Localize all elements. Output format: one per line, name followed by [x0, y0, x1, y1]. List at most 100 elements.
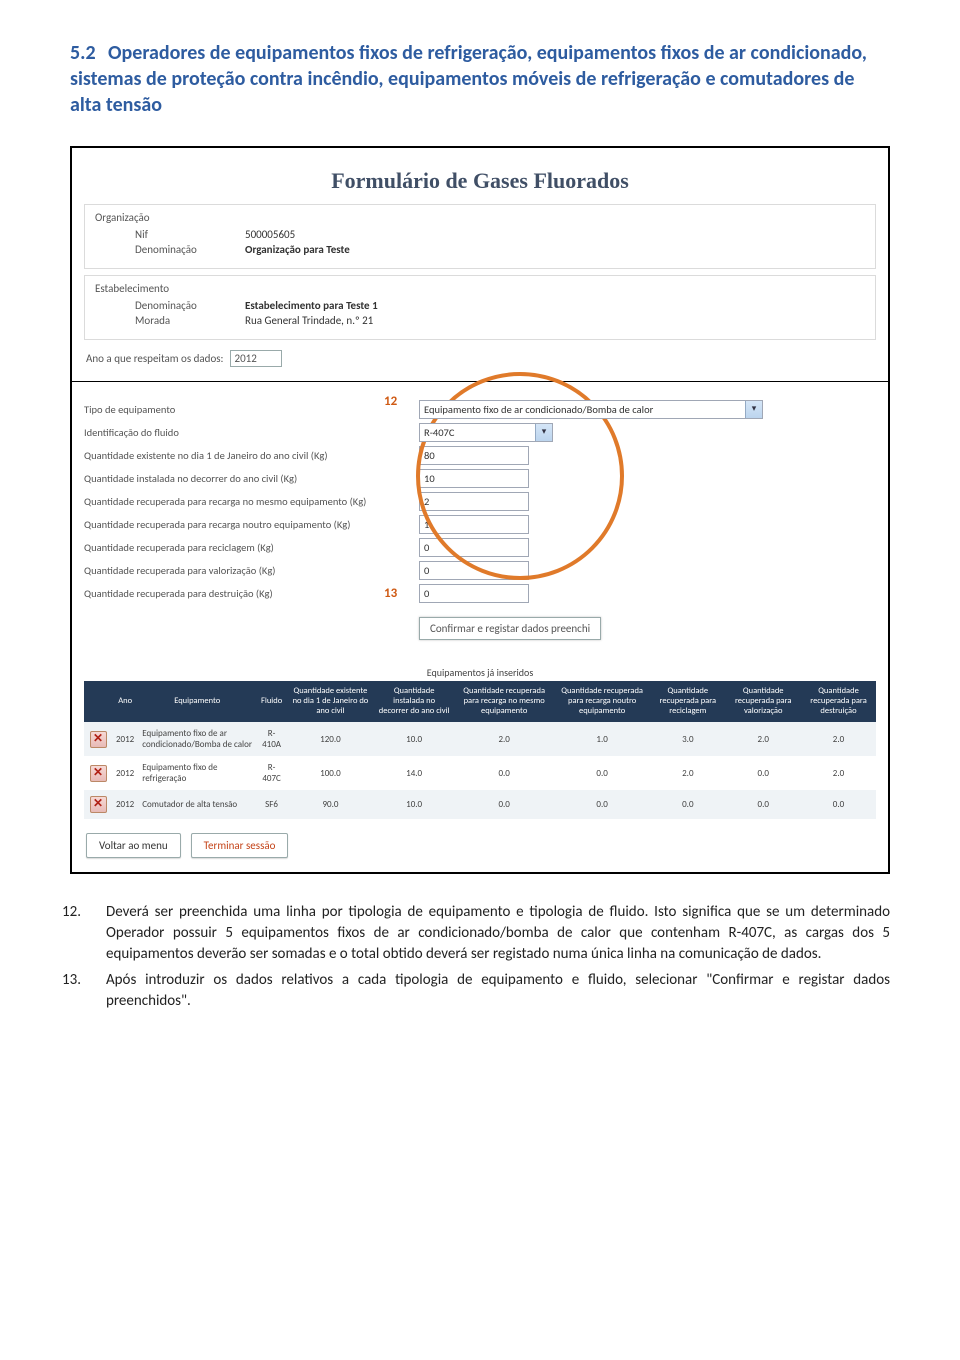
- nif-label: Nif: [95, 228, 245, 241]
- cell-q6: 0.0: [725, 756, 801, 790]
- section-title-text: Operadores de equipamentos fixos de refr…: [70, 41, 867, 117]
- org-heading: Organização: [95, 211, 865, 224]
- cell-q1: 100.0: [287, 756, 374, 790]
- cell-equip: Comutador de alta tensão: [138, 790, 256, 819]
- section-heading: 5.2Operadores de equipamentos fixos de r…: [70, 40, 890, 118]
- cell-q2: 14.0: [374, 756, 454, 790]
- q7-label: Quantidade recuperada para destruição (K…: [84, 587, 419, 600]
- estab-heading: Estabelecimento: [95, 282, 865, 295]
- cell-ano: 2012: [112, 790, 138, 819]
- q5-input[interactable]: 0: [419, 538, 529, 557]
- cell-q6: 0.0: [725, 790, 801, 819]
- chevron-down-icon: ▾: [745, 401, 762, 418]
- delete-icon[interactable]: ✕: [90, 796, 107, 813]
- th-qinst: Quantidade instalada no decorrer do ano …: [374, 681, 454, 722]
- form-screenshot: Formulário de Gases Fluorados Organizaçã…: [70, 146, 890, 874]
- th-ano: Ano: [112, 681, 138, 722]
- chevron-down-icon: ▾: [535, 424, 552, 441]
- delete-icon[interactable]: ✕: [90, 765, 107, 782]
- q3-input[interactable]: 2: [419, 492, 529, 511]
- para-text: Após introduzir os dados relativos a cad…: [106, 971, 890, 1010]
- nif-value: 500005605: [245, 228, 295, 241]
- tipo-select-value: Equipamento fixo de ar condicionado/Bomb…: [424, 403, 653, 416]
- delete-icon[interactable]: ✕: [90, 731, 107, 748]
- q6-input[interactable]: 0: [419, 561, 529, 580]
- th-qrecic: Quantidade recuperada para reciclagem: [650, 681, 725, 722]
- cell-q4: 1.0: [554, 722, 650, 756]
- estab-morada-value: Rua General Trindade, n.º 21: [245, 314, 373, 327]
- estab-box: Estabelecimento Denominação Estabelecime…: [84, 275, 876, 340]
- estab-denom-label: Denominação: [95, 299, 245, 312]
- section-number: 5.2: [70, 40, 108, 66]
- q1-input[interactable]: 80: [419, 446, 529, 465]
- cell-q5: 0.0: [650, 790, 725, 819]
- cell-q6: 2.0: [725, 722, 801, 756]
- callout-13: 13: [384, 586, 397, 601]
- org-box: Organização Nif 500005605 Denominação Or…: [84, 204, 876, 269]
- cell-equip: Equipamento fixo de ar condicionado/Bomb…: [138, 722, 256, 756]
- table-row: ✕ 2012Equipamento fixo de ar condicionado…: [84, 722, 876, 756]
- th-qrecoutro: Quantidade recuperada para recarga noutr…: [554, 681, 650, 722]
- form-title: Formulário de Gases Fluorados: [331, 168, 629, 193]
- q1-label: Quantidade existente no dia 1 de Janeiro…: [84, 449, 419, 462]
- cell-q4: 0.0: [554, 756, 650, 790]
- paragraph-12: 12.Deverá ser preenchida uma linha por t…: [70, 902, 890, 964]
- th-qvalor: Quantidade recuperada para valorização: [725, 681, 801, 722]
- fields-area: 12 Tipo de equipamento Equipamento fixo …: [84, 394, 876, 650]
- cell-q5: 3.0: [650, 722, 725, 756]
- cell-q7: 2.0: [801, 722, 876, 756]
- fluido-select[interactable]: R-407C ▾: [419, 423, 553, 442]
- org-denom-value: Organização para Teste: [245, 243, 350, 256]
- cell-q2: 10.0: [374, 722, 454, 756]
- q5-label: Quantidade recuperada para reciclagem (K…: [84, 541, 419, 554]
- th-fluido: Fluido: [256, 681, 287, 722]
- year-label: Ano a que respeitam os dados:: [86, 352, 224, 365]
- q2-label: Quantidade instalada no decorrer do ano …: [84, 472, 419, 485]
- th-qdestr: Quantidade recuperada para destruição: [801, 681, 876, 722]
- cell-q3: 0.0: [454, 790, 554, 819]
- cell-fluido: R-407C: [256, 756, 287, 790]
- back-to-menu-button[interactable]: Voltar ao menu: [86, 833, 181, 858]
- confirm-button[interactable]: Confirmar e registar dados preenchi: [419, 617, 601, 640]
- table-title: Equipamentos já inseridos: [84, 666, 876, 679]
- cell-q1: 90.0: [287, 790, 374, 819]
- logout-button[interactable]: Terminar sessão: [191, 833, 289, 858]
- equip-table: Ano Equipamento Fluido Quantidade existe…: [84, 681, 876, 819]
- cell-q2: 10.0: [374, 790, 454, 819]
- q3-label: Quantidade recuperada para recarga no me…: [84, 495, 419, 508]
- cell-q3: 0.0: [454, 756, 554, 790]
- para-text: Deverá ser preenchida uma linha por tipo…: [106, 903, 890, 962]
- q7-input[interactable]: 0: [419, 584, 529, 603]
- tipo-select[interactable]: Equipamento fixo de ar condicionado/Bomb…: [419, 400, 763, 419]
- th-qexist: Quantidade existente no dia 1 de Janeiro…: [287, 681, 374, 722]
- cell-q1: 120.0: [287, 722, 374, 756]
- callout-12: 12: [384, 394, 397, 409]
- cell-ano: 2012: [112, 722, 138, 756]
- tipo-label: Tipo de equipamento: [84, 403, 419, 416]
- cell-ano: 2012: [112, 756, 138, 790]
- fluido-select-value: R-407C: [424, 426, 454, 439]
- q6-label: Quantidade recuperada para valorização (…: [84, 564, 419, 577]
- cell-fluido: SF6: [256, 790, 287, 819]
- q4-label: Quantidade recuperada para recarga noutr…: [84, 518, 419, 531]
- cell-equip: Equipamento fixo de refrigeração: [138, 756, 256, 790]
- table-row: ✕ 2012Comutador de alta tensãoSF690.010.0…: [84, 790, 876, 819]
- para-num: 13.: [84, 970, 106, 991]
- year-input[interactable]: 2012: [230, 350, 282, 367]
- q4-input[interactable]: 1: [419, 515, 529, 534]
- cell-fluido: R-410A: [256, 722, 287, 756]
- estab-morada-label: Morada: [95, 314, 245, 327]
- cell-q7: 2.0: [801, 756, 876, 790]
- fluido-label: Identificação do fluido: [84, 426, 419, 439]
- q2-input[interactable]: 10: [419, 469, 529, 488]
- th-equip: Equipamento: [138, 681, 256, 722]
- cell-q4: 0.0: [554, 790, 650, 819]
- table-row: ✕ 2012Equipamento fixo de refrigeraçãoR-4…: [84, 756, 876, 790]
- cell-q3: 2.0: [454, 722, 554, 756]
- cell-q5: 2.0: [650, 756, 725, 790]
- para-num: 12.: [84, 902, 106, 923]
- paragraph-13: 13.Após introduzir os dados relativos a …: [70, 970, 890, 1011]
- estab-denom-value: Estabelecimento para Teste 1: [245, 299, 378, 312]
- th-qrecmesmo: Quantidade recuperada para recarga no me…: [454, 681, 554, 722]
- cell-q7: 0.0: [801, 790, 876, 819]
